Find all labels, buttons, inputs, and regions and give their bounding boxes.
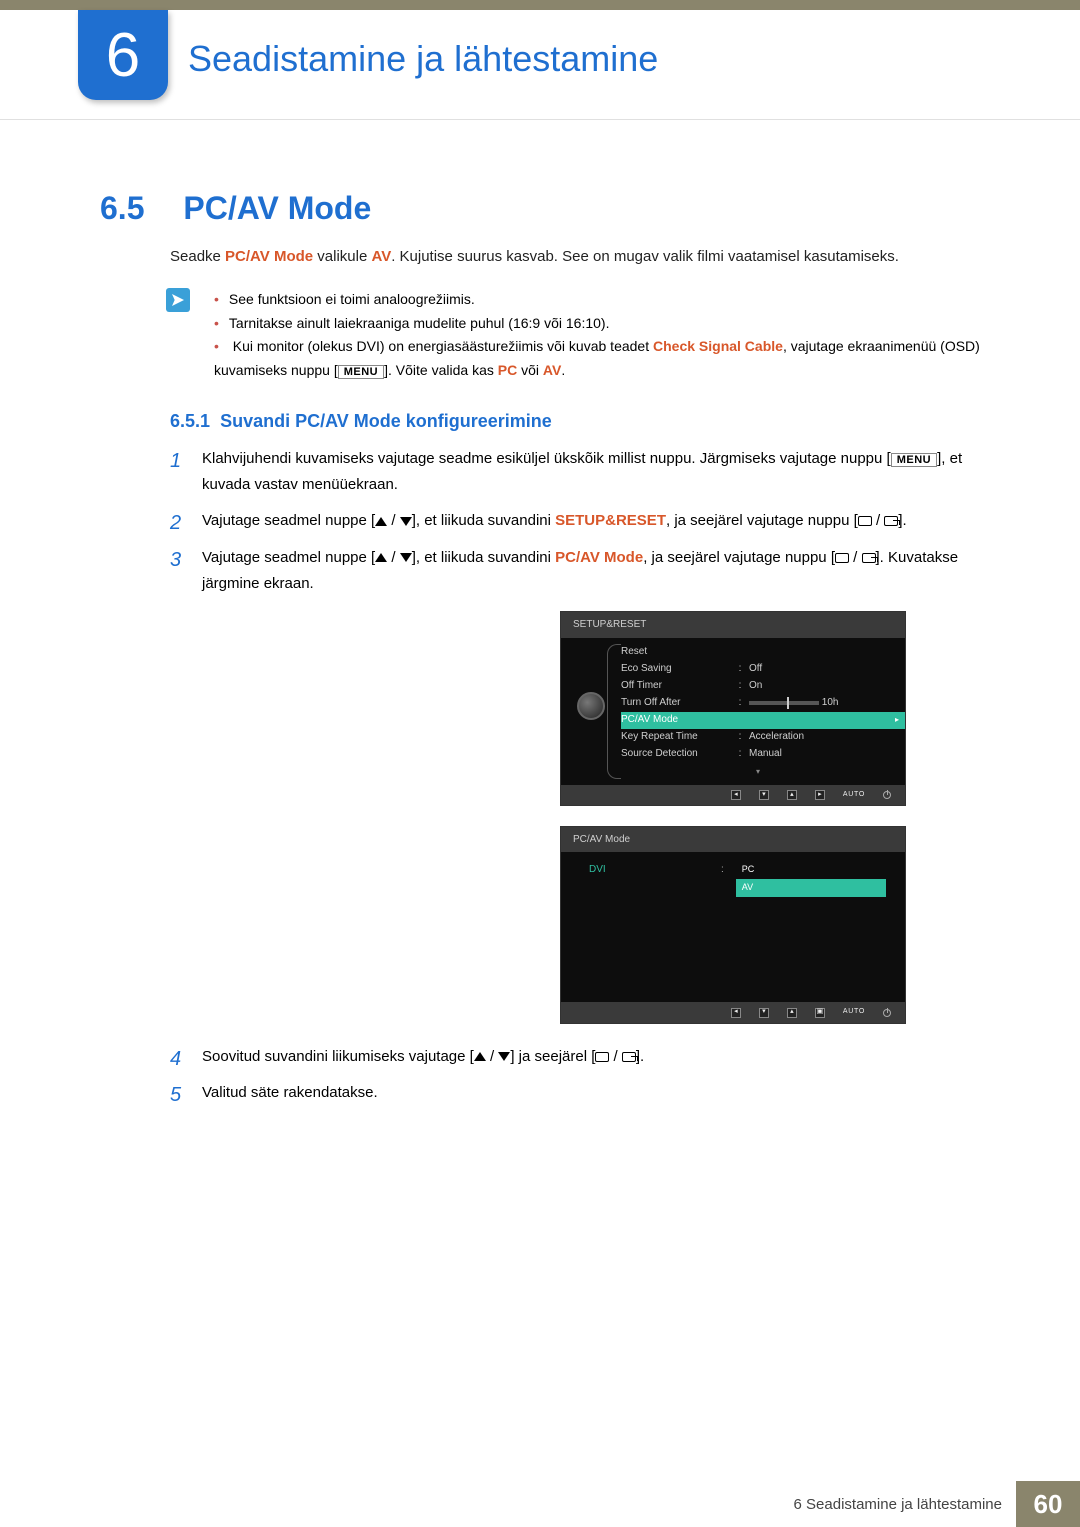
subsection-title: Suvandi PC/AV Mode konfigureerimine <box>220 411 552 431</box>
footer-chapter: 6 Seadistamine ja lähtestamine <box>794 1496 1002 1513</box>
osd-row: Source Detection:Manual <box>621 746 895 763</box>
note-icon <box>166 288 190 312</box>
nav-enter-icon: ▣ <box>815 1008 825 1018</box>
slider-icon <box>749 701 819 705</box>
menu-key: MENU <box>891 453 937 467</box>
nav-auto: AUTO <box>843 1006 865 1018</box>
chapter-title: Seadistamine ja lähtestamine <box>188 38 658 80</box>
down-arrow-icon <box>400 517 412 526</box>
note-item: Tarnitakse ainult laiekraaniga mudelite … <box>214 312 984 336</box>
subsection-number: 6.5.1 <box>170 411 210 431</box>
down-arrow-icon <box>498 1052 510 1061</box>
step-item: Valitud säte rakendatakse. <box>170 1080 984 1106</box>
power-icon <box>883 1009 891 1017</box>
osd-row: Key Repeat Time:Acceleration <box>621 729 895 746</box>
bracket-decoration <box>607 644 621 779</box>
osd-row-value: 10h <box>749 694 895 712</box>
page-footer: 6 Seadistamine ja lähtestamine 60 <box>0 1481 1080 1527</box>
osd-row-label: Eco Saving <box>621 660 731 678</box>
osd-pcav-mode: PC/AV Mode DVI : PC AV ◂ ▾ ▴ ▣ <box>560 826 906 1024</box>
footer-page-number: 60 <box>1016 1481 1080 1527</box>
osd-row-value: On <box>749 677 895 695</box>
enter-icon <box>622 1052 636 1062</box>
section-title: PC/AV Mode <box>183 190 371 226</box>
power-icon <box>883 791 891 799</box>
top-accent-bar <box>0 0 1080 10</box>
osd-body: ResetEco Saving:OffOff Timer:OnTurn Off … <box>561 638 905 785</box>
source-icon <box>835 553 849 563</box>
note-item: Kui monitor (olekus DVI) on energiasääst… <box>214 335 984 383</box>
dial-icon <box>577 692 605 720</box>
osd-row-value: Off <box>749 660 895 678</box>
more-indicator: ▾ <box>621 763 895 779</box>
osd-row: Turn Off After: 10h <box>621 695 895 712</box>
osd-title: PC/AV Mode <box>561 827 905 853</box>
osd-option-value: PC <box>736 861 886 879</box>
enter-icon <box>884 516 898 526</box>
step-item: Klahvijuhendi kuvamiseks vajutage seadme… <box>170 446 984 499</box>
osd-row-value: Manual <box>749 745 895 763</box>
chapter-badge: 6 <box>78 10 168 100</box>
osd-title: SETUP&RESET <box>561 612 905 638</box>
nav-auto: AUTO <box>843 789 865 801</box>
step-item: Vajutage seadmel nuppe [ / ], et liikuda… <box>170 508 984 534</box>
osd-option-value-highlight: AV <box>736 879 886 897</box>
step-item: Soovitud suvandini liikumiseks vajutage … <box>170 1044 984 1070</box>
osd-row-highlight: PC/AV Mode ▸ <box>621 712 905 729</box>
nav-down-icon: ▾ <box>759 790 769 800</box>
osd-row: Eco Saving:Off <box>621 661 895 678</box>
osd-row: Off Timer:On <box>621 678 895 695</box>
page-header: 6 Seadistamine ja lähtestamine <box>0 10 1080 120</box>
up-arrow-icon <box>474 1052 486 1061</box>
section-heading: 6.5 PC/AV Mode <box>100 190 1080 227</box>
menu-key: MENU <box>338 365 384 379</box>
enter-icon <box>862 553 876 563</box>
osd-body: DVI : PC AV <box>561 852 905 1002</box>
osd-row-value: Acceleration <box>749 728 895 746</box>
up-arrow-icon <box>375 553 387 562</box>
nav-left-icon: ◂ <box>731 790 741 800</box>
nav-up-icon: ▴ <box>787 1008 797 1018</box>
nav-down-icon: ▾ <box>759 1008 769 1018</box>
osd-setup-reset: SETUP&RESET ResetEco Saving:OffOff Timer… <box>560 611 906 806</box>
note-item: See funktsioon ei toimi analoogrežiimis. <box>214 288 984 312</box>
note-list: See funktsioon ei toimi analoogrežiimis.… <box>214 288 984 383</box>
chapter-number: 6 <box>106 20 140 91</box>
step-list: Klahvijuhendi kuvamiseks vajutage seadme… <box>170 446 984 1106</box>
osd-option-label: DVI <box>589 861 709 879</box>
chevron-right-icon: ▸ <box>895 713 899 727</box>
down-arrow-icon <box>400 553 412 562</box>
nav-left-icon: ◂ <box>731 1008 741 1018</box>
step-item: Vajutage seadmel nuppe [ / ], et liikuda… <box>170 545 984 1024</box>
osd-row-label: Off Timer <box>621 677 731 695</box>
osd-row-label: Reset <box>621 643 731 661</box>
osd-row-label: PC/AV Mode <box>621 711 731 729</box>
osd-row: Reset <box>621 644 895 661</box>
nav-right-icon: ▸ <box>815 790 825 800</box>
osd-nav-bar: ◂ ▾ ▴ ▸ AUTO <box>561 785 905 805</box>
source-icon <box>595 1052 609 1062</box>
intro-paragraph: Seadke PC/AV Mode valikule AV. Kujutise … <box>170 245 984 270</box>
osd-row-label: Turn Off After <box>621 694 731 712</box>
nav-up-icon: ▴ <box>787 790 797 800</box>
up-arrow-icon <box>375 517 387 526</box>
note-block: See funktsioon ei toimi analoogrežiimis.… <box>166 288 984 383</box>
section-number: 6.5 <box>100 190 144 226</box>
subsection-heading: 6.5.1 Suvandi PC/AV Mode konfigureerimin… <box>170 411 1080 432</box>
osd-screenshots: SETUP&RESET ResetEco Saving:OffOff Timer… <box>560 611 984 1024</box>
osd-row-label: Key Repeat Time <box>621 728 731 746</box>
osd-row-label: Source Detection <box>621 745 731 763</box>
source-icon <box>858 516 872 526</box>
osd-nav-bar: ◂ ▾ ▴ ▣ AUTO <box>561 1002 905 1022</box>
